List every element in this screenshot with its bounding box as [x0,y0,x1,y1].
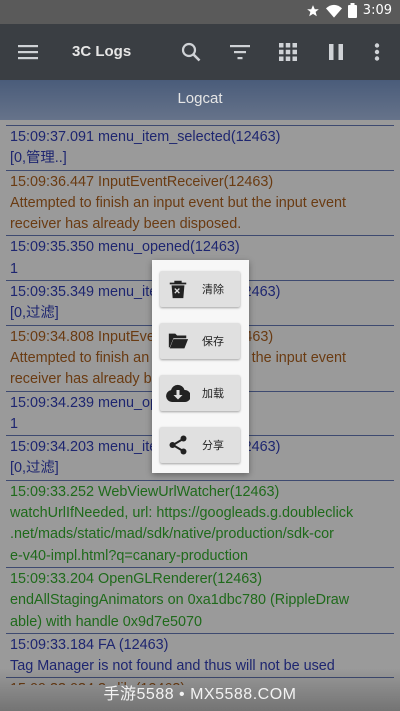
cloud-download-icon [160,375,196,411]
status-bar: 3:09 [0,0,400,24]
menu-icon[interactable] [14,38,42,66]
filter-icon[interactable] [226,38,254,66]
pause-icon[interactable] [322,38,350,66]
log-entry-message: e-v40-impl.html?q=canary-production [10,547,248,564]
log-entry[interactable]: 15:09:37.091 menu_item_selected(12463) [0… [6,125,394,171]
log-entry-header: 15:09:37.091 menu_item_selected(12463) [10,129,281,145]
log-entry-message: watchUrlIfNeeded, url: https://googleads… [10,505,354,522]
log-entry-header: 15:09:33.252 WebViewUrlWatcher(12463) [10,483,280,500]
log-entry-message: able) with handle 0x9d7e5070 [10,613,203,630]
log-entry-message: endAllStagingAnimators on 0xa1dbc780 (Ri… [10,592,350,609]
app-title: 3C Logs [72,43,132,60]
log-entry-header: 15:09:33.204 OpenGLRenderer(12463) [10,570,263,587]
save-label: 保存 [202,335,224,348]
wifi-icon [325,4,342,18]
clear-icon [160,271,196,307]
load-label: 加载 [202,387,224,400]
app-bar: 3C Logs [0,24,400,80]
popup-menu: 清除 保存 加载 分享 [152,260,249,473]
log-entry[interactable]: 15:09:33.204 OpenGLRenderer(12463) endAll… [6,568,394,634]
log-entry-header: 15:09:33.184 FA (12463) [10,636,169,653]
log-entry-message: [0,管理..] [10,150,67,167]
log-entry-header: 15:09:36.447 InputEventReceiver(12463) [10,173,274,190]
share-label: 分享 [202,439,224,452]
grid-icon[interactable] [274,38,302,66]
log-entry-header: 15:09:35.350 menu_opened(12463) [10,239,240,256]
log-entry[interactable]: 15:09:33.252 WebViewUrlWatcher(12463) wat… [6,481,394,568]
battery-icon [347,3,357,18]
log-entry[interactable]: 15:09:36.447 InputEventReceiver(12463) At… [6,171,394,237]
star-icon [306,4,319,16]
status-time: 3:09 [362,3,392,18]
save-button[interactable]: 保存 [160,323,240,359]
log-entry-message: .net/mads/static/mad/sdk/native/producti… [10,526,334,543]
log-entry-message: Attempted to finish an input event but t… [10,194,347,211]
status-icons: 3:09 [306,3,392,18]
folder-open-icon [160,323,196,359]
search-icon[interactable] [177,38,205,66]
clear-label: 清除 [202,283,224,296]
log-entry-message: receiver has already been disposed. [10,216,242,233]
more-vert-icon[interactable] [363,38,391,66]
tab-bar: Logcat [0,80,400,120]
watermark: 手游5588 • MX5588.COM [103,686,297,703]
load-button[interactable]: 加载 [160,375,240,411]
tab-logcat[interactable]: Logcat [0,90,400,107]
share-button[interactable]: 分享 [160,427,240,463]
share-icon [160,427,196,463]
clear-button[interactable]: 清除 [160,271,240,307]
